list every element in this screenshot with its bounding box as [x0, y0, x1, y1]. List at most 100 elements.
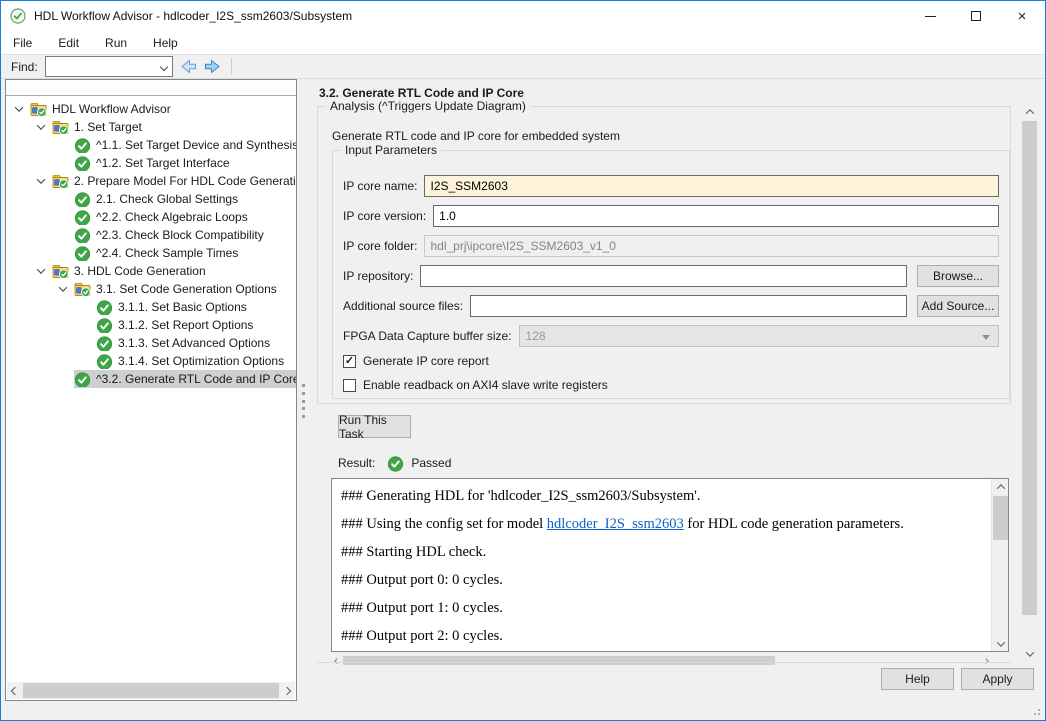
- tree-item-check-global-settings[interactable]: 2.1. Check Global Settings: [6, 190, 296, 208]
- arrow-left-icon: [179, 59, 197, 74]
- passed-check-icon: [74, 210, 91, 225]
- ip-core-folder-label: IP core folder:: [343, 239, 417, 253]
- tree-item-set-target[interactable]: 1. Set Target: [6, 118, 296, 136]
- passed-check-icon: [74, 372, 91, 387]
- tree-item-generate-rtl-code-and-ip-core[interactable]: ^3.2. Generate RTL Code and IP Core: [6, 370, 296, 388]
- scrollbar-thumb[interactable]: [343, 656, 775, 665]
- tree-item-hdl-workflow-advisor[interactable]: HDL Workflow Advisor: [6, 100, 296, 118]
- run-this-task-button[interactable]: Run This Task: [338, 415, 411, 438]
- find-combobox[interactable]: [45, 56, 173, 77]
- minimize-icon: [925, 16, 936, 17]
- chevron-expanded-icon[interactable]: [30, 268, 52, 274]
- tree-item-prepare-model[interactable]: 2. Prepare Model For HDL Code Generation: [6, 172, 296, 190]
- ip-core-version-label: IP core version:: [343, 209, 426, 223]
- scroll-right-icon[interactable]: [980, 655, 992, 666]
- ip-core-folder-row: IP core folder:: [343, 235, 999, 257]
- panel-splitter[interactable]: [300, 384, 306, 418]
- tree-item-check-algebraic-loops[interactable]: ^2.2. Check Algebraic Loops: [6, 208, 296, 226]
- ip-core-name-input[interactable]: [424, 175, 999, 197]
- task-log-output[interactable]: ### Generating HDL for 'hdlcoder_I2S_ssm…: [331, 478, 1009, 652]
- find-previous-button[interactable]: [178, 59, 198, 75]
- workflow-tree: HDL Workflow Advisor 1. Set Target ^1.1.…: [6, 96, 296, 388]
- tree-item-set-optimization-options[interactable]: 3.1.4. Set Optimization Options: [6, 352, 296, 370]
- folder-check-icon: [52, 264, 69, 279]
- enable-readback-checkbox[interactable]: [343, 379, 356, 392]
- log-horizontal-scrollbar[interactable]: [331, 655, 992, 666]
- scroll-left-icon[interactable]: [7, 682, 23, 699]
- passed-check-icon: [74, 246, 91, 261]
- chevron-expanded-icon[interactable]: [30, 124, 52, 130]
- folder-check-icon: [30, 102, 47, 117]
- additional-source-files-label: Additional source files:: [343, 299, 463, 313]
- apply-button[interactable]: Apply: [961, 668, 1034, 690]
- ip-repository-label: IP repository:: [343, 269, 413, 283]
- scroll-up-icon[interactable]: [1021, 104, 1038, 119]
- passed-check-icon: [96, 318, 113, 333]
- log-line: ### Using the config set for model hdlco…: [341, 510, 984, 538]
- input-parameters-label: Input Parameters: [341, 143, 441, 157]
- menu-run[interactable]: Run: [95, 33, 137, 53]
- folder-check-icon: [74, 282, 91, 297]
- chevron-expanded-icon[interactable]: [8, 106, 30, 112]
- scroll-down-icon[interactable]: [992, 636, 1009, 651]
- arrow-right-icon: [204, 59, 222, 74]
- log-line: ### Starting HDL check.: [341, 538, 984, 566]
- model-link[interactable]: hdlcoder_I2S_ssm2603: [547, 516, 684, 532]
- menu-help[interactable]: Help: [143, 33, 188, 53]
- tree-item-set-report-options[interactable]: 3.1.2. Set Report Options: [6, 316, 296, 334]
- ip-repository-input[interactable]: [420, 265, 907, 287]
- tree-header-strip: [6, 80, 296, 96]
- enable-readback-label: Enable readback on AXI4 slave write regi…: [363, 378, 608, 392]
- tree-item-hdl-code-generation[interactable]: 3. HDL Code Generation: [6, 262, 296, 280]
- chevron-expanded-icon[interactable]: [52, 286, 74, 292]
- add-source-button[interactable]: Add Source...: [917, 295, 999, 317]
- ip-core-version-input[interactable]: [433, 205, 999, 227]
- passed-check-icon: [96, 354, 113, 369]
- tree-item-set-advanced-options[interactable]: 3.1.3. Set Advanced Options: [6, 334, 296, 352]
- tree-item-check-block-compatibility[interactable]: ^2.3. Check Block Compatibility: [6, 226, 296, 244]
- result-status: Passed: [411, 456, 451, 470]
- tree-horizontal-scrollbar[interactable]: [7, 682, 295, 699]
- passed-check-icon: [74, 192, 91, 207]
- maximize-button[interactable]: [953, 1, 999, 31]
- scrollbar-thumb[interactable]: [993, 496, 1008, 540]
- folder-check-icon: [52, 174, 69, 189]
- menu-edit[interactable]: Edit: [48, 33, 89, 53]
- generate-report-checkbox[interactable]: [343, 355, 356, 368]
- tree-item-set-basic-options[interactable]: 3.1.1. Set Basic Options: [6, 298, 296, 316]
- additional-source-files-row: Additional source files: Add Source...: [343, 295, 999, 317]
- tree-item-set-code-generation-options[interactable]: 3.1. Set Code Generation Options: [6, 280, 296, 298]
- scrollbar-thumb[interactable]: [1022, 121, 1037, 615]
- scrollbar-thumb[interactable]: [23, 683, 279, 698]
- find-next-button[interactable]: [203, 59, 223, 75]
- browse-button[interactable]: Browse...: [917, 265, 999, 287]
- chevron-down-icon[interactable]: [159, 63, 167, 71]
- scroll-left-icon[interactable]: [331, 655, 343, 666]
- close-button[interactable]: ×: [999, 1, 1045, 31]
- menu-file[interactable]: File: [3, 33, 42, 53]
- fpga-buffer-size-select: 128: [519, 325, 999, 347]
- tree-item-check-sample-times[interactable]: ^2.4. Check Sample Times: [6, 244, 296, 262]
- scroll-down-icon[interactable]: [1021, 646, 1038, 661]
- scroll-up-icon[interactable]: [992, 479, 1009, 494]
- ip-repository-row: IP repository: Browse...: [343, 265, 999, 287]
- minimize-button[interactable]: [907, 1, 953, 31]
- ip-core-folder-input: [424, 235, 999, 257]
- input-parameters-groupbox: Input Parameters IP core name: IP core v…: [332, 150, 1010, 399]
- scroll-right-icon[interactable]: [279, 682, 295, 699]
- find-input[interactable]: [48, 58, 152, 75]
- window-title: HDL Workflow Advisor - hdlcoder_I2S_ssm2…: [34, 9, 352, 23]
- tree-item-set-target-interface[interactable]: ^1.2. Set Target Interface: [6, 154, 296, 172]
- panel-vertical-scrollbar[interactable]: [1021, 104, 1038, 661]
- title-bar: HDL Workflow Advisor - hdlcoder_I2S_ssm2…: [1, 1, 1045, 31]
- additional-source-files-input[interactable]: [470, 295, 907, 317]
- help-button[interactable]: Help: [881, 668, 954, 690]
- chevron-expanded-icon[interactable]: [30, 178, 52, 184]
- log-vertical-scrollbar[interactable]: [991, 479, 1008, 651]
- result-row: Result: Passed: [338, 454, 451, 472]
- analysis-group-label: Analysis (^Triggers Update Diagram): [326, 99, 530, 113]
- menu-bar: File Edit Run Help: [1, 31, 1045, 54]
- fpga-buffer-size-label: FPGA Data Capture buffer size:: [343, 329, 512, 343]
- tree-item-set-target-device[interactable]: ^1.1. Set Target Device and Synthesis To…: [6, 136, 296, 154]
- window-resize-grip[interactable]: [1030, 705, 1040, 715]
